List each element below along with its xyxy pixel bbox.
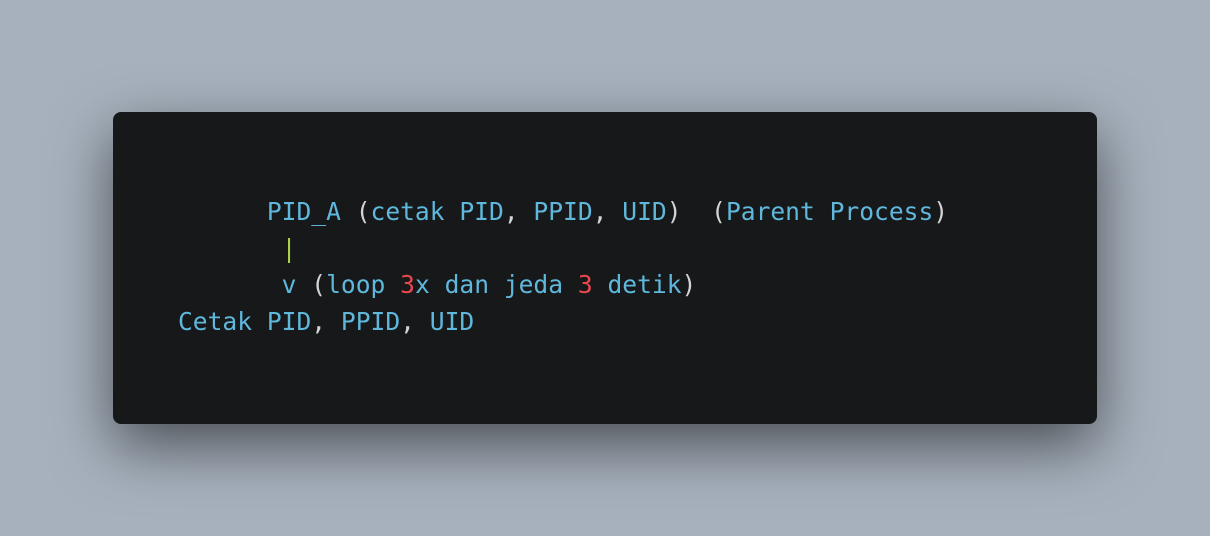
token-paren-open: (: [311, 270, 327, 300]
token-comma: ,: [503, 197, 519, 226]
token-comma: ,: [311, 306, 327, 336]
token-process: Process: [829, 197, 934, 226]
token-parent: Parent: [725, 197, 815, 226]
token-pipe: |: [281, 233, 297, 263]
token-ppid: PPID: [340, 306, 401, 336]
token-dan: dan: [444, 270, 489, 300]
token-x: x: [414, 270, 430, 300]
token-comma: ,: [400, 306, 415, 336]
token-uid: UID: [622, 197, 667, 226]
token-cetak-cap: Cetak: [178, 306, 253, 336]
token-detik: detik: [607, 270, 682, 300]
code-line-2: |: [178, 231, 948, 268]
code-line-4: Cetak PID, PPID, UID: [178, 304, 948, 341]
token-pid: PID: [459, 197, 504, 226]
token-uid: UID: [429, 306, 475, 336]
token-jeda: jeda: [503, 270, 564, 300]
token-paren-close: ): [666, 197, 682, 226]
token-number: 3: [577, 270, 593, 300]
token-cetak: cetak: [370, 197, 445, 226]
token-arrow-v: v: [281, 270, 297, 300]
code-line-1: PID_A (cetak PID, PPID, UID) (Parent Pro…: [178, 194, 948, 231]
token-pid-a: PID_A: [266, 197, 341, 226]
token-paren-open: (: [711, 197, 726, 226]
code-line-3: v (loop 3x dan jeda 3 detik): [178, 267, 948, 304]
token-number: 3: [400, 270, 415, 300]
token-pid: PID: [266, 306, 312, 336]
token-loop: loop: [326, 270, 386, 300]
token-paren-close: ): [681, 270, 697, 300]
code-snippet-card: PID_A (cetak PID, PPID, UID) (Parent Pro…: [113, 112, 1097, 424]
token-comma: ,: [592, 197, 608, 226]
token-paren-close: ): [933, 197, 949, 226]
token-paren-open: (: [355, 197, 371, 226]
token-ppid: PPID: [533, 197, 593, 226]
code-block: PID_A (cetak PID, PPID, UID) (Parent Pro…: [178, 194, 948, 340]
